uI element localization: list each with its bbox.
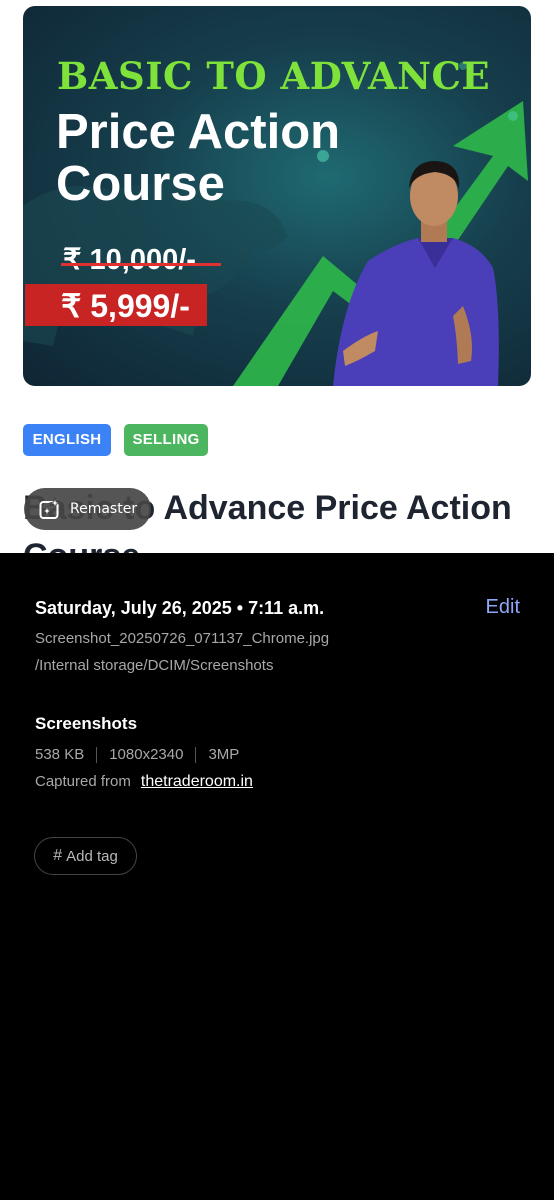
hash-icon: #	[53, 847, 63, 864]
banner-heading: BASIC TO ADVANCE	[57, 54, 491, 98]
divider	[96, 746, 98, 763]
file-meta: 538 KB 1080x2340 3MP	[35, 746, 239, 763]
banner-new-price: ₹ 5,999/-	[61, 288, 190, 324]
language-badge: ENGLISH	[23, 424, 111, 456]
divider	[195, 746, 197, 763]
add-tag-button[interactable]: # Add tag	[34, 837, 137, 875]
sparkle-frame-icon	[39, 497, 62, 519]
add-tag-label: Add tag	[66, 847, 118, 865]
captured-from-row: Captured from thetraderoom.in	[35, 773, 253, 791]
edit-button[interactable]: Edit	[486, 596, 520, 619]
remaster-label: Remaster	[70, 501, 138, 517]
captured-source-link[interactable]: thetraderoom.in	[141, 773, 253, 790]
file-megapixels: 3MP	[208, 746, 240, 763]
file-size: 538 KB	[35, 746, 85, 763]
captured-from-label: Captured from	[35, 773, 131, 790]
remaster-button[interactable]: Remaster	[24, 488, 151, 530]
file-resolution: 1080x2340	[109, 746, 184, 763]
web-content: BASIC TO ADVANCE Price Action Course ₹ 1…	[0, 0, 554, 553]
capture-date: Saturday, July 26, 2025 • 7:11 a.m.	[35, 598, 325, 618]
course-banner-image[interactable]: BASIC TO ADVANCE Price Action Course ₹ 1…	[23, 6, 531, 386]
status-badge: SELLING	[124, 424, 208, 456]
file-path: /Internal storage/DCIM/Screenshots	[35, 657, 274, 674]
strikethrough-line	[61, 263, 221, 266]
album-name[interactable]: Screenshots	[35, 714, 137, 734]
banner-old-price: ₹ 10,000/-	[63, 244, 196, 276]
banner-title-line1: Price Action	[56, 105, 341, 159]
details-sheet: Saturday, July 26, 2025 • 7:11 a.m. Edit…	[0, 553, 554, 1200]
file-name: Screenshot_20250726_071137_Chrome.jpg	[35, 630, 330, 647]
banner-title-line2: Course	[56, 157, 225, 211]
